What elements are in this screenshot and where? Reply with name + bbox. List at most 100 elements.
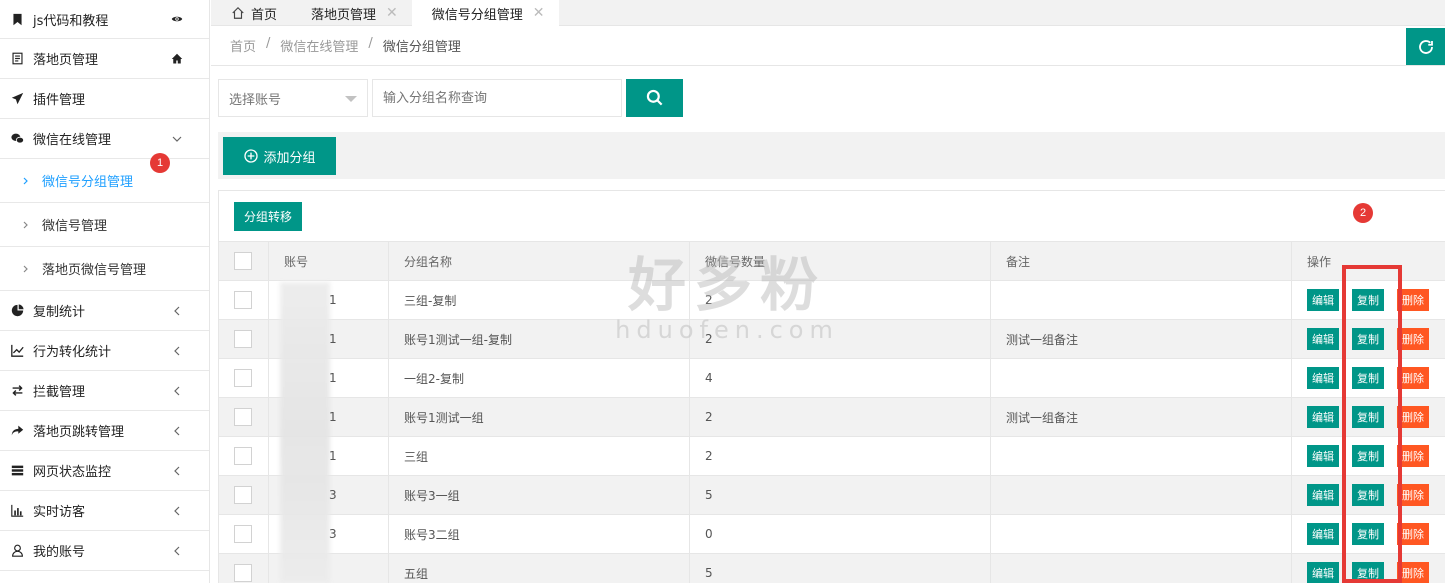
sidebar-item-1[interactable]: 落地页管理 [0,39,209,79]
chevron-left-icon [171,385,183,397]
toolbar-strip [218,132,1445,179]
row-checkbox[interactable] [234,369,252,387]
sidebar-item-5[interactable]: 行为转化统计 [0,331,209,371]
annotation-badge-1: 1 [150,153,170,173]
table-row: 三组 2 编辑 复制 删除 [219,437,1445,476]
exchange-icon [9,383,25,399]
edit-button[interactable]: 编辑 [1307,445,1339,467]
wechat-count-cell: 5 [690,554,991,583]
sidebar-item-4[interactable]: 复制统计 [0,291,209,331]
sidebar-item-10[interactable]: 我的账号 [0,531,209,571]
tab-1[interactable]: 落地页管理 ✕ [291,0,412,26]
copy-column-highlight [1342,265,1402,583]
header-wechat-count: 微信号数量 [690,242,991,280]
account-value: 1 [329,293,337,307]
edit-button[interactable]: 编辑 [1307,328,1339,350]
checkbox-cell [219,281,269,319]
send-icon [9,91,25,107]
search-button[interactable] [626,79,683,117]
header-checkbox-cell [219,242,269,280]
edit-button[interactable]: 编辑 [1307,289,1339,311]
edit-button[interactable]: 编辑 [1307,406,1339,428]
group-name-cell: 三组 [389,437,690,475]
note-cell: 测试一组备注 [991,320,1292,358]
tab-label: 落地页管理 [311,7,377,23]
sidebar-subitem-1[interactable]: 微信号管理 [0,203,209,247]
sidebar-item-8[interactable]: 网页状态监控 [0,451,209,491]
tab-label: 首页 [251,7,278,23]
line-chart-icon [9,343,25,359]
add-group-label: 添加分组 [263,150,316,166]
sidebar-item-7[interactable]: 落地页跳转管理 [0,411,209,451]
server-icon [9,463,25,479]
close-icon[interactable]: ✕ [386,5,398,21]
refresh-button[interactable] [1406,28,1445,65]
edit-button[interactable]: 编辑 [1307,523,1339,545]
sidebar-subitem-label: 微信号分组管理 [42,175,134,190]
chevron-right-icon [22,177,32,185]
sidebar-item-2[interactable]: 插件管理 [0,79,209,119]
row-checkbox[interactable] [234,486,252,504]
edit-button[interactable]: 编辑 [1307,367,1339,389]
add-group-button[interactable]: 添加分组 [223,137,336,175]
tab-2[interactable]: 微信号分组管理 ✕ [411,0,559,26]
sidebar-item-label: 网页状态监控 [33,465,112,480]
sidebar: js代码和教程落地页管理插件管理微信在线管理微信号分组管理微信号管理 落地页微信号… [0,0,210,583]
sidebar-item-9[interactable]: 实时访客 [0,491,209,531]
group-name-cell: 五组 [389,554,690,583]
header-account: 账号 [269,242,389,280]
group-transfer-button[interactable]: 分组转移 [234,202,302,231]
breadcrumb-separator: / [266,36,271,51]
sidebar-item-0[interactable]: js代码和教程 [0,0,209,39]
wechat-count-cell: 5 [690,476,991,514]
annotation-badge-2: 2 [1353,203,1373,223]
sidebar-item-label: 我的账号 [33,545,86,560]
row-checkbox[interactable] [234,525,252,543]
plus-circle-icon [244,149,259,163]
home-icon [171,53,183,65]
breadcrumb-home[interactable]: 首页 [230,36,256,55]
account-select-value: 选择账号 [229,92,282,108]
group-name-cell: 账号3一组 [389,476,690,514]
wechat-count-cell: 0 [690,515,991,553]
wechat-icon [9,131,25,147]
sidebar-item-3[interactable]: 微信在线管理 [0,119,209,159]
row-checkbox[interactable] [234,330,252,348]
account-value: 1 [329,410,337,424]
chevron-right-icon [22,221,32,229]
edit-button[interactable]: 编辑 [1307,484,1339,506]
group-name-cell: 三组-复制 [389,281,690,319]
table-row: 三组-复制 2 编辑 复制 删除 [219,281,1445,320]
note-cell [991,515,1292,553]
row-checkbox[interactable] [234,291,252,309]
select-all-checkbox[interactable] [234,252,252,270]
edit-button[interactable]: 编辑 [1307,562,1339,583]
row-checkbox[interactable] [234,408,252,426]
close-icon[interactable]: ✕ [533,5,545,21]
sidebar-item-label: 行为转化统计 [33,345,112,360]
checkbox-cell [219,437,269,475]
sidebar-item-6[interactable]: 拦截管理 [0,371,209,411]
table-row: 一组2-复制 4 编辑 复制 删除 [219,359,1445,398]
sidebar-item-label: js代码和教程 [33,13,109,29]
sidebar-subitem-0[interactable]: 微信号分组管理 [0,159,209,203]
share-icon [9,423,25,439]
wechat-count-cell: 4 [690,359,991,397]
sidebar-subitem-2[interactable]: 落地页微信号管理 [0,247,209,291]
checkbox-cell [219,554,269,583]
row-checkbox[interactable] [234,564,252,582]
checkbox-cell [219,359,269,397]
group-name-search-input[interactable] [372,79,622,117]
sidebar-item-label: 插件管理 [33,93,86,108]
sidebar-item-label: 微信在线管理 [33,133,112,148]
sidebar-item-label: 复制统计 [33,305,86,320]
tab-0[interactable]: 首页 [211,0,291,26]
table-row: 账号3二组 0 编辑 复制 删除 [219,515,1445,554]
account-select[interactable]: 选择账号 [218,79,368,117]
chevron-left-icon [171,545,183,557]
bookmark-icon [9,11,25,27]
account-value: 3 [329,488,337,502]
breadcrumb-wechat-online[interactable]: 微信在线管理 [280,36,358,55]
row-checkbox[interactable] [234,447,252,465]
group-name-cell: 一组2-复制 [389,359,690,397]
